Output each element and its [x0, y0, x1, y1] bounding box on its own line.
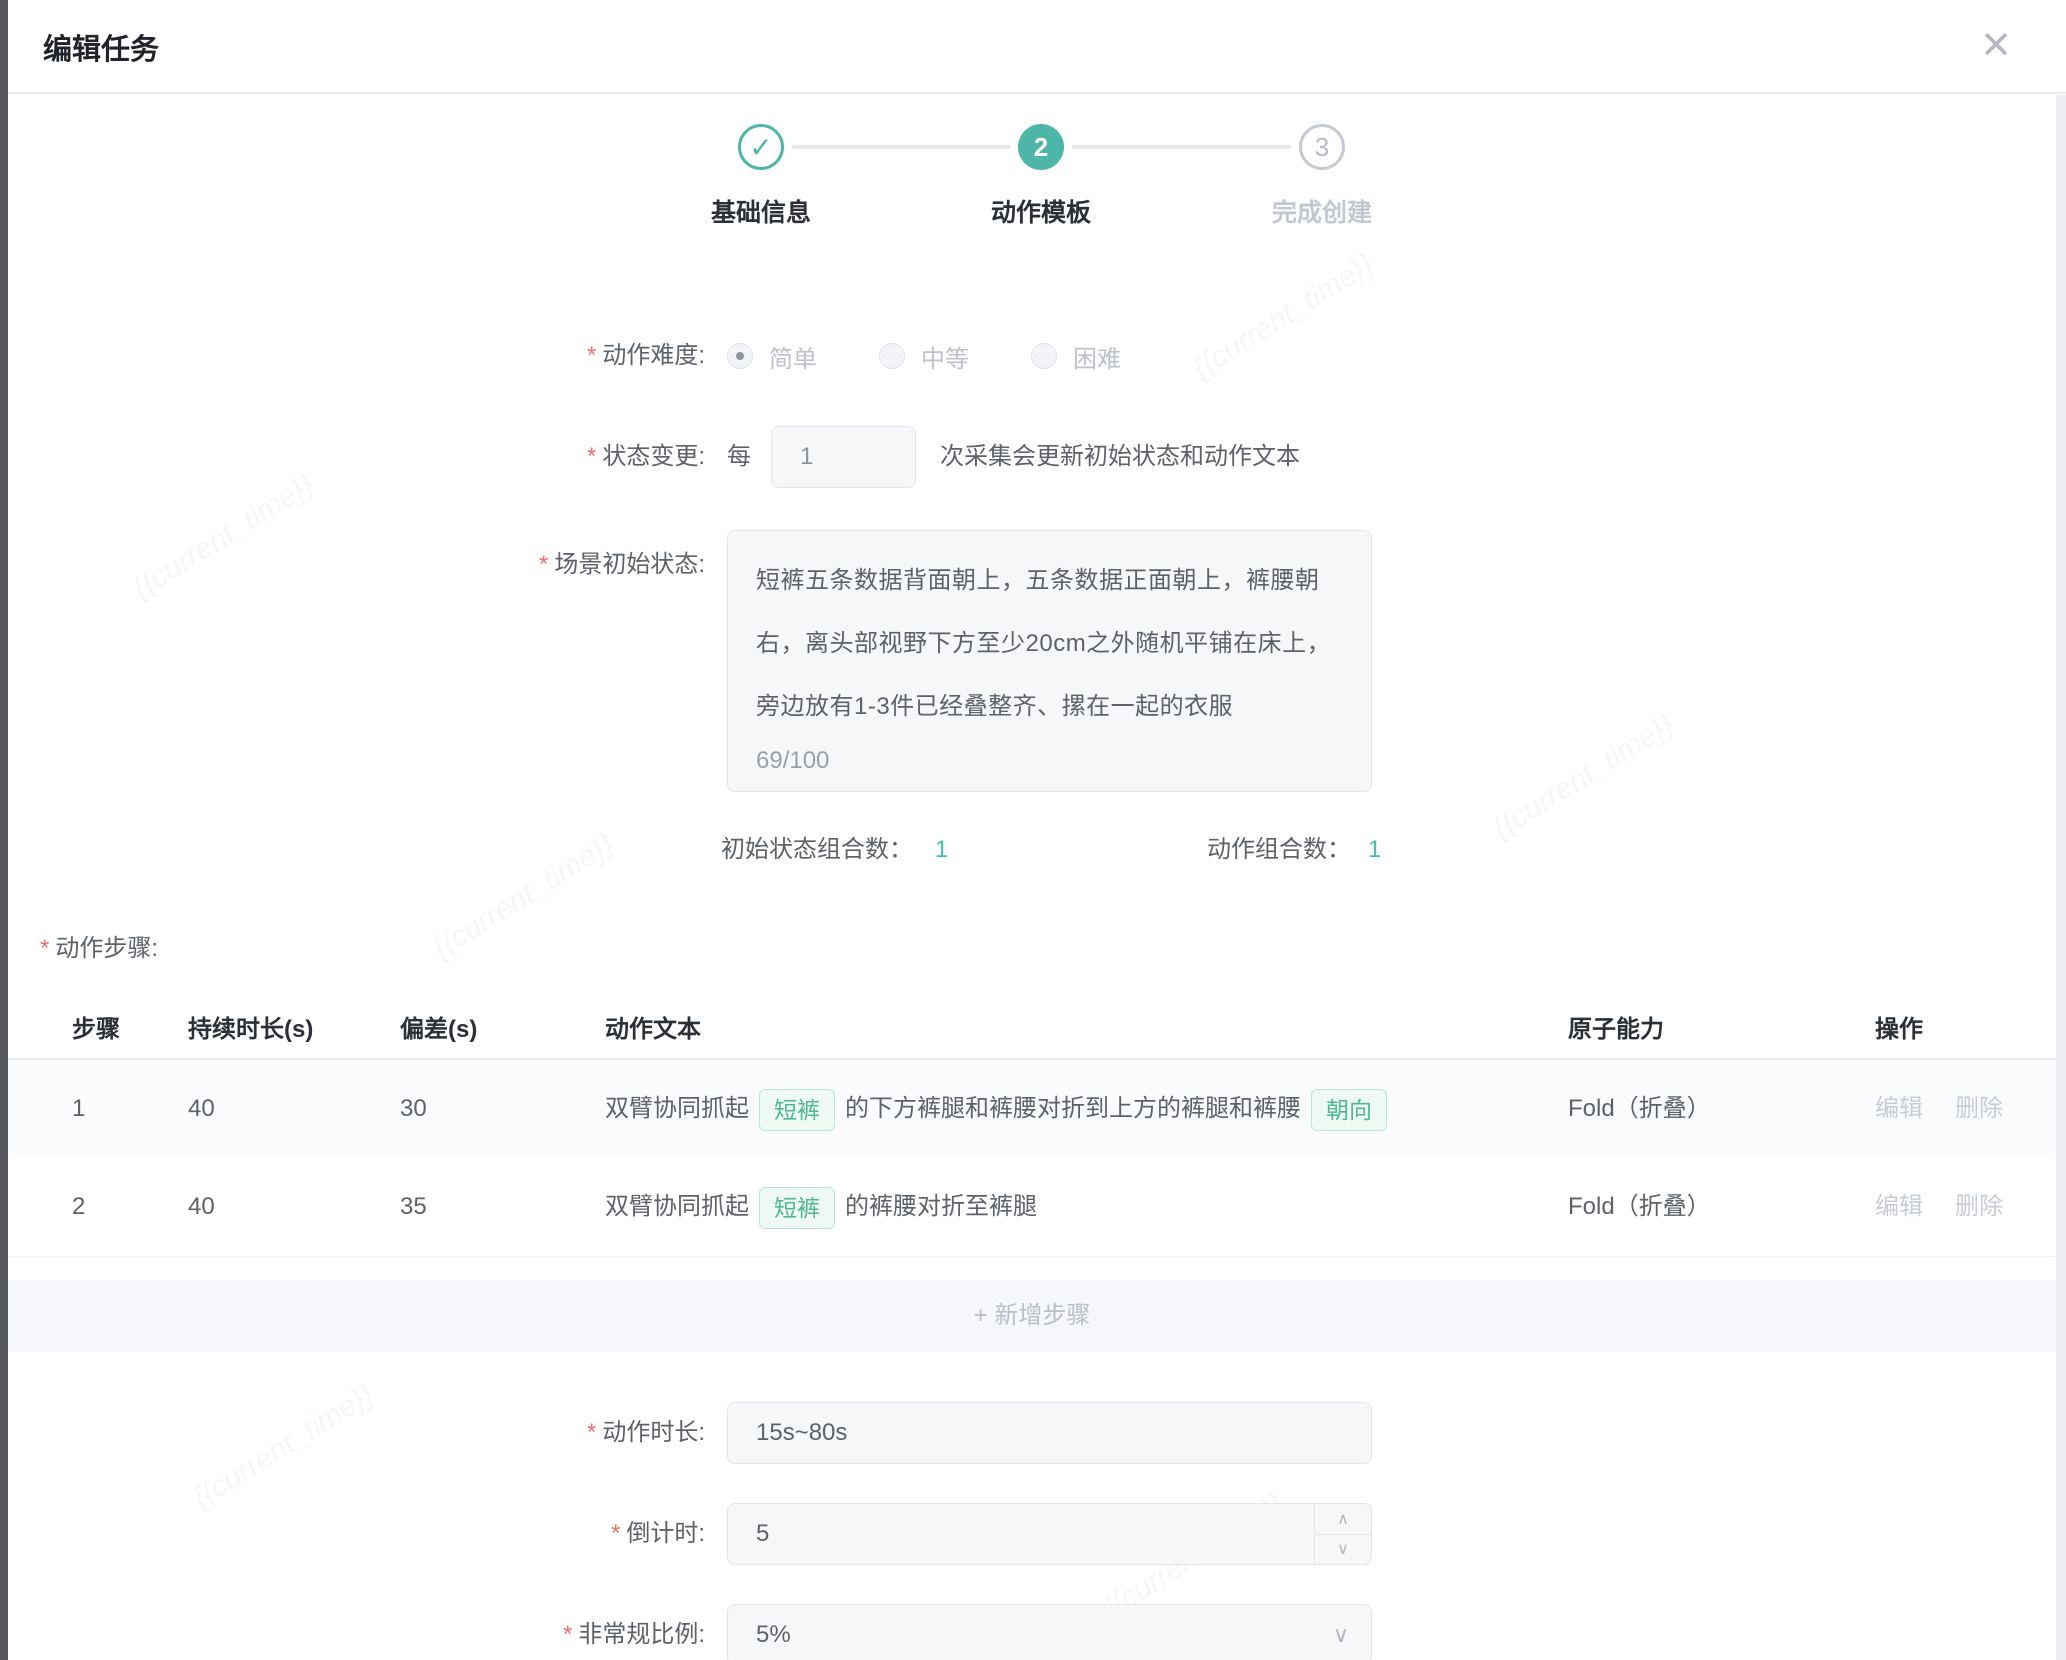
state-change-row: *状态变更: 每 1 次采集会更新初始状态和动作文本	[0, 426, 2056, 488]
number-spinner: ∧ ∨	[1314, 1504, 1371, 1564]
radio-medium-circle	[879, 343, 905, 369]
action-combos-value: 1	[1368, 830, 1381, 870]
unusual-ratio-value: 5%	[756, 1605, 791, 1660]
initial-state-row: *场景初始状态: 短裤五条数据背面朝上，五条数据正面朝上，裤腰朝右，离头部视野下…	[0, 530, 2056, 792]
step-connector	[1072, 145, 1291, 149]
countdown-label: *倒计时:	[0, 1503, 705, 1565]
initial-combos-value: 1	[935, 830, 948, 870]
unusual-ratio-row: *非常规比例: 5% ∨	[0, 1604, 2056, 1660]
add-step-button[interactable]: + 新增步骤	[8, 1280, 2056, 1352]
delete-link[interactable]: 删除	[1955, 1193, 2003, 1220]
edit-task-dialog: {{current_time}} {{current_time}} {{curr…	[0, 0, 2066, 1660]
combos-row: 初始状态组合数： 1 动作组合数： 1	[0, 830, 2056, 870]
radio-easy[interactable]: 简单	[727, 339, 817, 374]
col-ability: 原子能力	[1568, 1002, 1664, 1058]
required-asterisk: *	[611, 1520, 620, 1547]
state-change-input[interactable]: 1	[771, 426, 916, 488]
radio-easy-circle	[727, 343, 753, 369]
col-step: 步骤	[72, 1002, 120, 1058]
required-asterisk: *	[587, 1419, 596, 1446]
required-asterisk: *	[563, 1621, 572, 1648]
required-asterisk: *	[587, 443, 596, 470]
required-asterisk: *	[539, 551, 548, 578]
radio-medium-label: 中等	[921, 339, 969, 374]
table-header: 步骤 持续时长(s) 偏差(s) 动作文本 原子能力 操作	[8, 1002, 2056, 1060]
cell-duration: 40	[188, 1158, 215, 1256]
step-label-action-template: 动作模板	[921, 193, 1161, 229]
delete-link[interactable]: 删除	[1955, 1095, 2003, 1122]
header-divider	[8, 92, 2066, 94]
radio-easy-label: 简单	[769, 339, 817, 374]
required-asterisk: *	[40, 935, 49, 962]
countdown-input[interactable]: 5 ∧ ∨	[727, 1503, 1372, 1565]
countdown-value: 5	[756, 1504, 769, 1564]
col-deviation: 偏差(s)	[400, 1002, 477, 1058]
duration-value: 15s~80s	[756, 1403, 847, 1463]
step-2-circle: 2	[1018, 124, 1064, 170]
step-label-finish-create: 完成创建	[1202, 193, 1442, 229]
state-change-prefix: 每	[727, 426, 751, 488]
object-tag: 短裤	[759, 1187, 835, 1229]
difficulty-row: *动作难度: 简单 中等 困难	[0, 330, 2056, 382]
action-combos-label: 动作组合数：	[1207, 830, 1351, 870]
unusual-ratio-select[interactable]: 5% ∨	[727, 1604, 1372, 1660]
cell-duration: 40	[188, 1060, 215, 1158]
screen-left-edge	[0, 0, 8, 1660]
cell-action-text: 双臂协同抓起短裤的下方裤腿和裤腰对折到上方的裤腿和裤腰朝向	[605, 1060, 1397, 1158]
step-label-basic-info: 基础信息	[641, 193, 881, 229]
table-row: 2 40 35 双臂协同抓起短裤的裤腰对折至裤腿 Fold（折叠） 编辑 删除	[8, 1158, 2056, 1257]
initial-state-text: 短裤五条数据背面朝上，五条数据正面朝上，裤腰朝右，离头部视野下方至少20cm之外…	[756, 549, 1343, 738]
chevron-down-icon: ∨	[1333, 1605, 1349, 1660]
edit-link[interactable]: 编辑	[1875, 1095, 1923, 1122]
col-duration: 持续时长(s)	[188, 1002, 313, 1058]
action-steps-label: *动作步骤:	[40, 928, 158, 963]
cell-deviation: 35	[400, 1158, 427, 1256]
col-operation: 操作	[1875, 1002, 1923, 1058]
cell-deviation: 30	[400, 1060, 427, 1158]
step-3-circle: 3	[1299, 124, 1345, 170]
cell-ability: Fold（折叠）	[1568, 1060, 1711, 1158]
cell-step: 2	[72, 1158, 85, 1256]
state-change-value: 1	[800, 427, 813, 487]
required-asterisk: *	[587, 342, 596, 369]
duration-input[interactable]: 15s~80s	[727, 1402, 1372, 1464]
object-tag: 短裤	[759, 1089, 835, 1131]
radio-hard-label: 困难	[1073, 339, 1121, 374]
dialog-title: 编辑任务	[43, 26, 159, 68]
cell-step: 1	[72, 1060, 85, 1158]
radio-hard[interactable]: 困难	[1031, 339, 1121, 374]
spinner-up-icon[interactable]: ∧	[1315, 1504, 1371, 1535]
col-action-text: 动作文本	[605, 1002, 701, 1058]
scrollbar-track[interactable]	[2056, 95, 2066, 1660]
orientation-tag: 朝向	[1311, 1089, 1387, 1131]
duration-row: *动作时长: 15s~80s	[0, 1402, 2056, 1464]
char-counter: 69/100	[756, 747, 829, 775]
table-row: 1 40 30 双臂协同抓起短裤的下方裤腿和裤腰对折到上方的裤腿和裤腰朝向 Fo…	[8, 1060, 2056, 1159]
radio-medium[interactable]: 中等	[879, 339, 969, 374]
difficulty-radio-group: 简单 中等 困难	[727, 330, 1183, 382]
state-change-label: *状态变更:	[0, 426, 705, 488]
countdown-row: *倒计时: 5 ∧ ∨	[0, 1503, 2056, 1565]
cell-action-text: 双臂协同抓起短裤的裤腰对折至裤腿	[605, 1158, 1037, 1256]
spinner-down-icon[interactable]: ∨	[1315, 1535, 1371, 1565]
edit-link[interactable]: 编辑	[1875, 1193, 1923, 1220]
radio-hard-circle	[1031, 343, 1057, 369]
initial-combos-label: 初始状态组合数：	[721, 830, 913, 870]
initial-state-label: *场景初始状态:	[0, 544, 705, 579]
cell-ability: Fold（折叠）	[1568, 1158, 1711, 1256]
step-connector	[792, 145, 1010, 149]
unusual-ratio-label: *非常规比例:	[0, 1604, 705, 1660]
initial-state-textarea[interactable]: 短裤五条数据背面朝上，五条数据正面朝上，裤腰朝右，离头部视野下方至少20cm之外…	[727, 530, 1372, 792]
state-change-suffix: 次采集会更新初始状态和动作文本	[940, 426, 1300, 488]
difficulty-label: *动作难度:	[0, 330, 705, 382]
step-1-circle-check-icon: ✓	[738, 124, 784, 170]
duration-label: *动作时长:	[0, 1402, 705, 1464]
close-icon[interactable]: ✕	[1972, 22, 2020, 70]
